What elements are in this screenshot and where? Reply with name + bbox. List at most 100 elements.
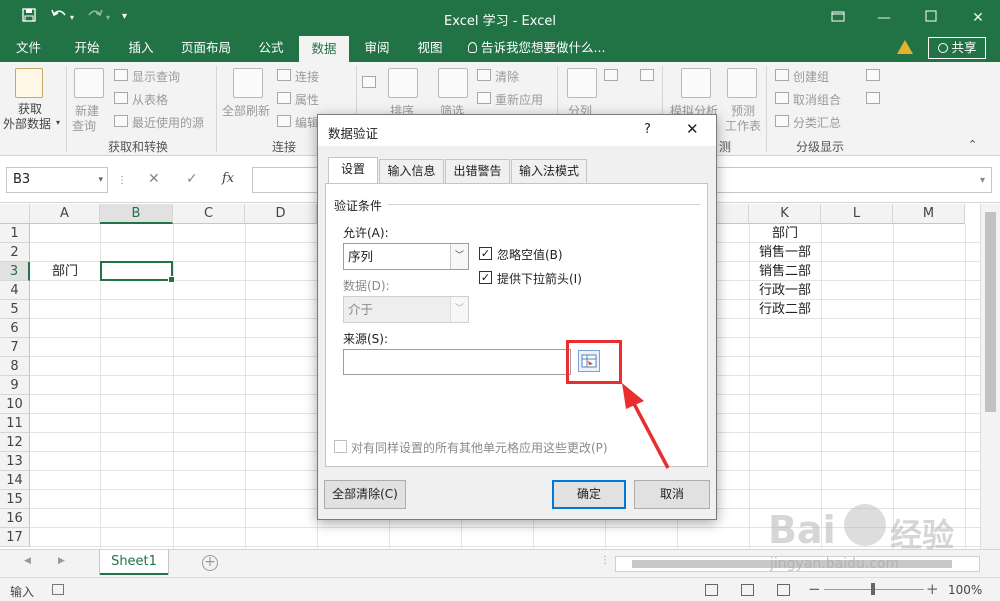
sort-asc-icon[interactable]: [362, 76, 376, 88]
zoom-in-icon[interactable]: +: [926, 580, 939, 598]
in-cell-dropdown-checkbox[interactable]: ✓: [479, 271, 492, 284]
row-header-11[interactable]: 11: [0, 414, 30, 433]
restore-icon[interactable]: [826, 6, 850, 30]
minimize-icon[interactable]: —: [872, 6, 896, 30]
name-box[interactable]: B3 ▾: [6, 167, 108, 193]
zoom-slider-thumb[interactable]: [871, 583, 875, 595]
tab-input-message[interactable]: 输入信息: [379, 159, 444, 183]
column-header-b[interactable]: B: [100, 204, 173, 224]
macro-record-icon[interactable]: [52, 584, 64, 595]
scroll-thumb[interactable]: [985, 212, 996, 412]
column-header-c[interactable]: C: [173, 204, 245, 224]
clear-button[interactable]: 清除: [495, 68, 519, 85]
tab-ime-mode[interactable]: 输入法模式: [511, 159, 587, 183]
column-header-a[interactable]: A: [30, 204, 100, 224]
tell-me-search[interactable]: 告诉我您想要做什么...: [468, 36, 605, 62]
properties-button[interactable]: 属性: [295, 91, 319, 108]
row-header-2[interactable]: 2: [0, 243, 30, 262]
apply-all-checkbox[interactable]: [334, 440, 347, 453]
cell-k5[interactable]: 行政二部: [749, 300, 821, 319]
scroll-sheets-left-icon[interactable]: ◀: [24, 556, 31, 566]
column-header-m[interactable]: M: [893, 204, 965, 224]
new-query-label-2[interactable]: 查询: [72, 117, 96, 134]
cell-k2[interactable]: 销售一部: [749, 243, 821, 262]
collapse-ribbon-icon[interactable]: ⌃: [968, 138, 977, 151]
apply-all-label[interactable]: 对有同样设置的所有其他单元格应用这些更改(P): [351, 439, 608, 456]
tab-home[interactable]: 开始: [61, 36, 113, 62]
row-header-10[interactable]: 10: [0, 395, 30, 414]
subtotal-button[interactable]: 分类汇总: [793, 114, 841, 131]
row-header-13[interactable]: 13: [0, 452, 30, 471]
allow-select[interactable]: 序列 ﹀: [343, 243, 469, 270]
page-break-view-icon[interactable]: [777, 584, 790, 596]
consolidate-icon[interactable]: [640, 69, 654, 81]
maximize-icon[interactable]: [919, 6, 943, 30]
close-icon[interactable]: ✕: [966, 6, 990, 30]
row-header-16[interactable]: 16: [0, 509, 30, 528]
cell-k3[interactable]: 销售二部: [749, 262, 821, 281]
expand-formula-icon[interactable]: ▾: [980, 175, 985, 186]
tab-insert[interactable]: 插入: [115, 36, 167, 62]
cell-k4[interactable]: 行政一部: [749, 281, 821, 300]
cancel-button[interactable]: 取消: [634, 480, 710, 509]
row-header-8[interactable]: 8: [0, 357, 30, 376]
from-table-button[interactable]: 从表格: [132, 91, 168, 108]
show-queries-button[interactable]: 显示查询: [132, 68, 180, 85]
hide-detail-icon[interactable]: [866, 92, 880, 104]
dialog-close-icon[interactable]: ✕: [686, 120, 699, 138]
tab-formulas[interactable]: 公式: [245, 36, 297, 62]
row-header-14[interactable]: 14: [0, 471, 30, 490]
dialog-title-bar[interactable]: 数据验证 ? ✕: [318, 115, 716, 146]
chevron-down-icon[interactable]: ﹀: [450, 244, 468, 269]
cancel-icon[interactable]: ✕: [148, 171, 160, 187]
select-all-corner[interactable]: [0, 204, 30, 224]
tab-settings[interactable]: 设置: [328, 157, 378, 184]
row-header-12[interactable]: 12: [0, 433, 30, 452]
row-header-17[interactable]: 17: [0, 528, 30, 547]
enter-icon[interactable]: ✓: [186, 171, 198, 187]
recent-sources-button[interactable]: 最近使用的源: [132, 114, 204, 131]
page-layout-view-icon[interactable]: [741, 584, 754, 596]
selected-cell-b3[interactable]: [100, 261, 175, 283]
ok-button[interactable]: 确定: [552, 480, 626, 509]
show-detail-icon[interactable]: [866, 69, 880, 81]
tab-file[interactable]: 文件: [0, 36, 57, 62]
normal-view-icon[interactable]: [705, 584, 718, 596]
tab-error-alert[interactable]: 出错警告: [445, 159, 510, 183]
refresh-all-button[interactable]: 全部刷新: [222, 102, 270, 119]
zoom-out-icon[interactable]: −: [808, 580, 821, 598]
cell-k1[interactable]: 部门: [749, 224, 821, 243]
tab-page-layout[interactable]: 页面布局: [170, 36, 242, 62]
get-external-label-2[interactable]: 外部数据: [3, 115, 51, 132]
ungroup-button[interactable]: 取消组合: [793, 91, 841, 108]
column-header-l[interactable]: L: [821, 204, 893, 224]
tab-data[interactable]: 数据: [299, 36, 349, 62]
edit-links-button[interactable]: 编辑: [295, 114, 319, 131]
warning-icon[interactable]: [897, 40, 913, 54]
scroll-sheets-right-icon[interactable]: ▶: [58, 556, 65, 566]
ignore-blank-label[interactable]: 忽略空值(B): [497, 246, 563, 263]
row-header-4[interactable]: 4: [0, 281, 30, 300]
clear-all-button[interactable]: 全部清除(C): [324, 480, 406, 509]
row-header-9[interactable]: 9: [0, 376, 30, 395]
row-header-3[interactable]: 3: [0, 262, 30, 281]
row-header-15[interactable]: 15: [0, 490, 30, 509]
zoom-level[interactable]: 100%: [948, 583, 982, 597]
column-header-d[interactable]: D: [245, 204, 317, 224]
share-button[interactable]: 共享: [928, 37, 986, 59]
source-input[interactable]: [343, 349, 571, 375]
reapply-button[interactable]: 重新应用: [495, 91, 543, 108]
tab-view[interactable]: 视图: [405, 36, 455, 62]
in-cell-dropdown-label[interactable]: 提供下拉箭头(I): [497, 270, 582, 287]
column-header-k[interactable]: K: [749, 204, 821, 224]
row-header-7[interactable]: 7: [0, 338, 30, 357]
name-box-dropdown-icon[interactable]: ▾: [98, 168, 103, 192]
help-icon[interactable]: ?: [644, 122, 651, 137]
connections-button[interactable]: 连接: [295, 68, 319, 85]
row-header-5[interactable]: 5: [0, 300, 30, 319]
split-handle-icon[interactable]: ⋮: [600, 555, 610, 566]
row-header-1[interactable]: 1: [0, 224, 30, 243]
ignore-blank-checkbox[interactable]: ✓: [479, 247, 492, 260]
get-external-dropdown-icon[interactable]: ▾: [56, 118, 60, 127]
group-button[interactable]: 创建组: [793, 68, 829, 85]
